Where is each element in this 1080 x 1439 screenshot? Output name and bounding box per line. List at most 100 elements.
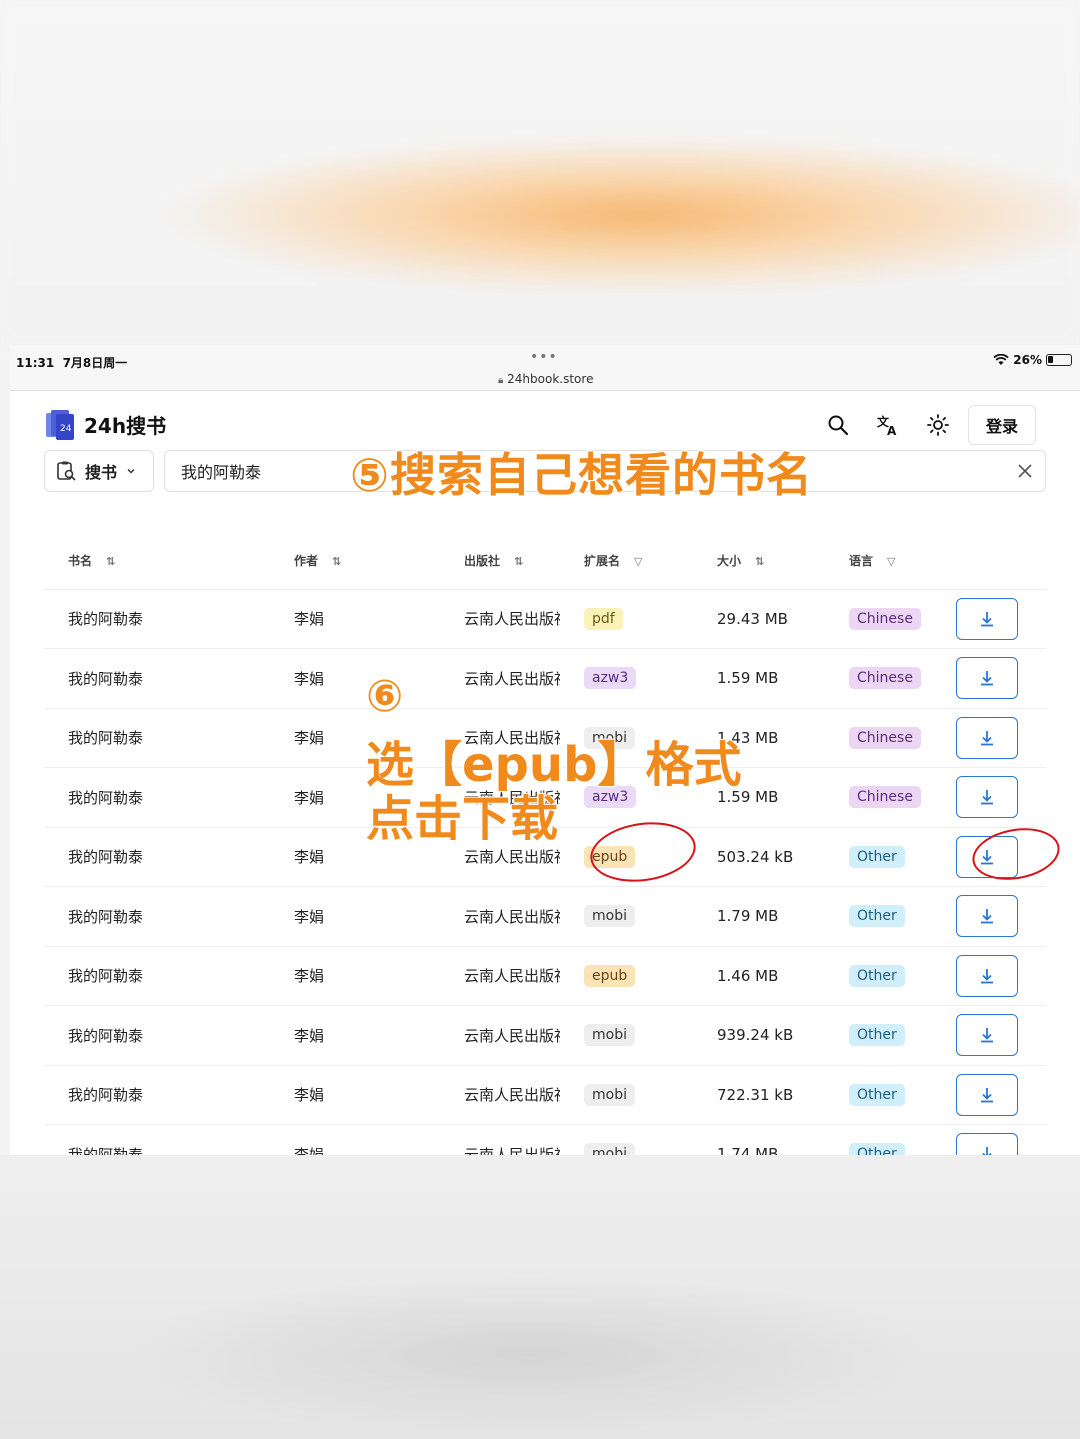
- cell-lang: Other: [849, 886, 956, 947]
- sort-icon[interactable]: ⇅: [106, 555, 115, 568]
- cell-size-text: 1.46 MB: [717, 966, 779, 985]
- cell-size-text: 722.31 kB: [717, 1085, 794, 1104]
- column-header-label: 语言: [849, 554, 874, 569]
- cell-ext-text: mobi: [584, 905, 635, 928]
- table-row[interactable]: 我的阿勒泰 李娟 云南人民出版社 azw3 1.59 MB Chinese: [44, 648, 1046, 709]
- cell-download: [956, 1005, 1046, 1066]
- cell-author-text: 李娟: [294, 907, 325, 926]
- search-type-label: 搜书: [85, 463, 118, 482]
- table-row[interactable]: 我的阿勒泰 李娟 云南人民出版社 mobi 939.24 kB Other: [44, 1005, 1046, 1066]
- download-icon: [981, 790, 993, 805]
- cell-lang-text: Chinese: [849, 726, 921, 749]
- column-header-label: 书名: [68, 554, 93, 569]
- table-row[interactable]: 我的阿勒泰 李娟 云南人民出版社 pdf 29.43 MB Chinese: [44, 589, 1046, 649]
- cell-publisher-text: 云南人民出版社: [464, 610, 560, 629]
- download-button[interactable]: [956, 954, 1018, 997]
- column-header[interactable]: 书名 ⇅: [44, 533, 294, 590]
- cell-ext-text: epub: [584, 964, 636, 987]
- cell-title: 我的阿勒泰: [44, 589, 294, 649]
- cell-ext: mobi: [584, 1124, 717, 1155]
- cell-title: 我的阿勒泰: [44, 1124, 294, 1155]
- cell-title-text: 我的阿勒泰: [68, 669, 144, 688]
- cell-lang-text: Other: [849, 1083, 905, 1106]
- download-button[interactable]: [956, 1073, 1018, 1116]
- cell-size-text: 29.43 MB: [717, 609, 788, 628]
- table-row[interactable]: 我的阿勒泰 李娟 云南人民出版社 epub 1.46 MB Other: [44, 946, 1046, 1006]
- download-icon: [981, 909, 993, 924]
- cell-author: 李娟: [294, 1124, 464, 1155]
- cell-lang: Chinese: [849, 648, 956, 709]
- cell-lang-text: Chinese: [849, 607, 921, 630]
- cell-author-text: 李娟: [294, 1145, 325, 1155]
- login-button[interactable]: 登录: [968, 405, 1036, 445]
- status-right: 26%: [993, 353, 1072, 367]
- cell-lang-text: Other: [849, 964, 905, 987]
- sort-icon[interactable]: ⇅: [514, 555, 523, 568]
- cell-lang-text: Other: [849, 1024, 905, 1047]
- cell-author: 李娟: [294, 589, 464, 649]
- cell-size: 722.31 kB: [717, 1065, 849, 1125]
- cell-author-text: 李娟: [294, 610, 325, 629]
- cell-title: 我的阿勒泰: [44, 767, 294, 828]
- download-icon: [981, 968, 993, 984]
- cell-ext: mobi: [584, 1065, 717, 1125]
- book-logo-icon: 24: [46, 410, 74, 440]
- cell-title-text: 我的阿勒泰: [68, 967, 144, 986]
- column-header[interactable]: 语言 ▽: [849, 533, 956, 590]
- logo-text: 24h搜书: [84, 413, 167, 438]
- more-dots-icon[interactable]: •••: [530, 349, 558, 365]
- column-header[interactable]: 扩展名 ▽: [584, 533, 717, 590]
- download-button[interactable]: [956, 597, 1018, 640]
- download-button[interactable]: [956, 1133, 1018, 1155]
- cell-lang-text: Other: [849, 1143, 905, 1155]
- sort-icon[interactable]: ⇅: [332, 555, 341, 568]
- cell-publisher-text: 云南人民出版社: [464, 848, 560, 867]
- download-button[interactable]: [956, 657, 1018, 700]
- cell-download: [956, 886, 1046, 947]
- clear-search-icon[interactable]: [1014, 460, 1036, 482]
- table-row[interactable]: 我的阿勒泰 李娟 云南人民出版社 mobi 1.79 MB Other: [44, 886, 1046, 947]
- cell-title-text: 我的阿勒泰: [68, 1086, 144, 1105]
- cell-publisher: 云南人民出版社: [464, 1124, 584, 1155]
- search-icon[interactable]: [826, 413, 850, 437]
- download-button[interactable]: [956, 1014, 1018, 1057]
- battery-icon: [1046, 354, 1072, 366]
- cell-title-text: 我的阿勒泰: [68, 848, 144, 867]
- search-type-select[interactable]: 搜书: [44, 450, 154, 492]
- table-header-row: 书名 ⇅ 作者 ⇅ 出版社 ⇅ 扩展名 ▽ 大小 ⇅ 语言 ▽: [44, 533, 1046, 590]
- cell-author-text: 李娟: [294, 967, 325, 986]
- translate-icon[interactable]: 文 A: [876, 413, 900, 437]
- cell-ext-text: azw3: [584, 667, 637, 690]
- cell-publisher-text: 云南人民出版社: [464, 1086, 560, 1105]
- filter-icon[interactable]: ▽: [887, 555, 895, 568]
- download-icon: [981, 1028, 993, 1043]
- url-text: 24hbook.store: [507, 372, 594, 386]
- column-header[interactable]: 出版社 ⇅: [464, 533, 584, 590]
- download-icon: [981, 1087, 993, 1103]
- cell-publisher: 云南人民出版社: [464, 886, 584, 947]
- status-time: 11:31 7月8日周一: [16, 356, 128, 370]
- table-row[interactable]: 我的阿勒泰 李娟 云南人民出版社 mobi 1.74 MB Other: [44, 1124, 1046, 1155]
- site-logo[interactable]: 24 24h搜书: [44, 407, 166, 441]
- cell-author-text: 李娟: [294, 848, 325, 867]
- cell-lang: Other: [849, 827, 956, 887]
- cell-title: 我的阿勒泰: [44, 886, 294, 947]
- lock-icon: 🔒︎: [498, 375, 504, 386]
- cell-title: 我的阿勒泰: [44, 708, 294, 768]
- filter-icon[interactable]: ▽: [634, 555, 642, 568]
- theme-sun-icon[interactable]: [926, 413, 950, 437]
- sort-icon[interactable]: ⇅: [755, 555, 764, 568]
- column-header[interactable]: 作者 ⇅: [294, 533, 464, 590]
- svg-text:A: A: [887, 424, 897, 437]
- url-bar[interactable]: 🔒︎ 24hbook.store: [498, 372, 593, 386]
- download-button[interactable]: [956, 895, 1018, 938]
- column-header[interactable]: 大小 ⇅: [717, 533, 849, 590]
- download-button[interactable]: [956, 776, 1018, 819]
- download-button[interactable]: [956, 716, 1018, 759]
- cell-download: [956, 589, 1046, 649]
- cell-ext: pdf: [584, 589, 717, 649]
- cell-size: 1.46 MB: [717, 946, 849, 1006]
- cell-title-text: 我的阿勒泰: [68, 1026, 144, 1045]
- table-row[interactable]: 我的阿勒泰 李娟 云南人民出版社 mobi 722.31 kB Other: [44, 1065, 1046, 1125]
- column-header-label: 作者: [294, 554, 319, 569]
